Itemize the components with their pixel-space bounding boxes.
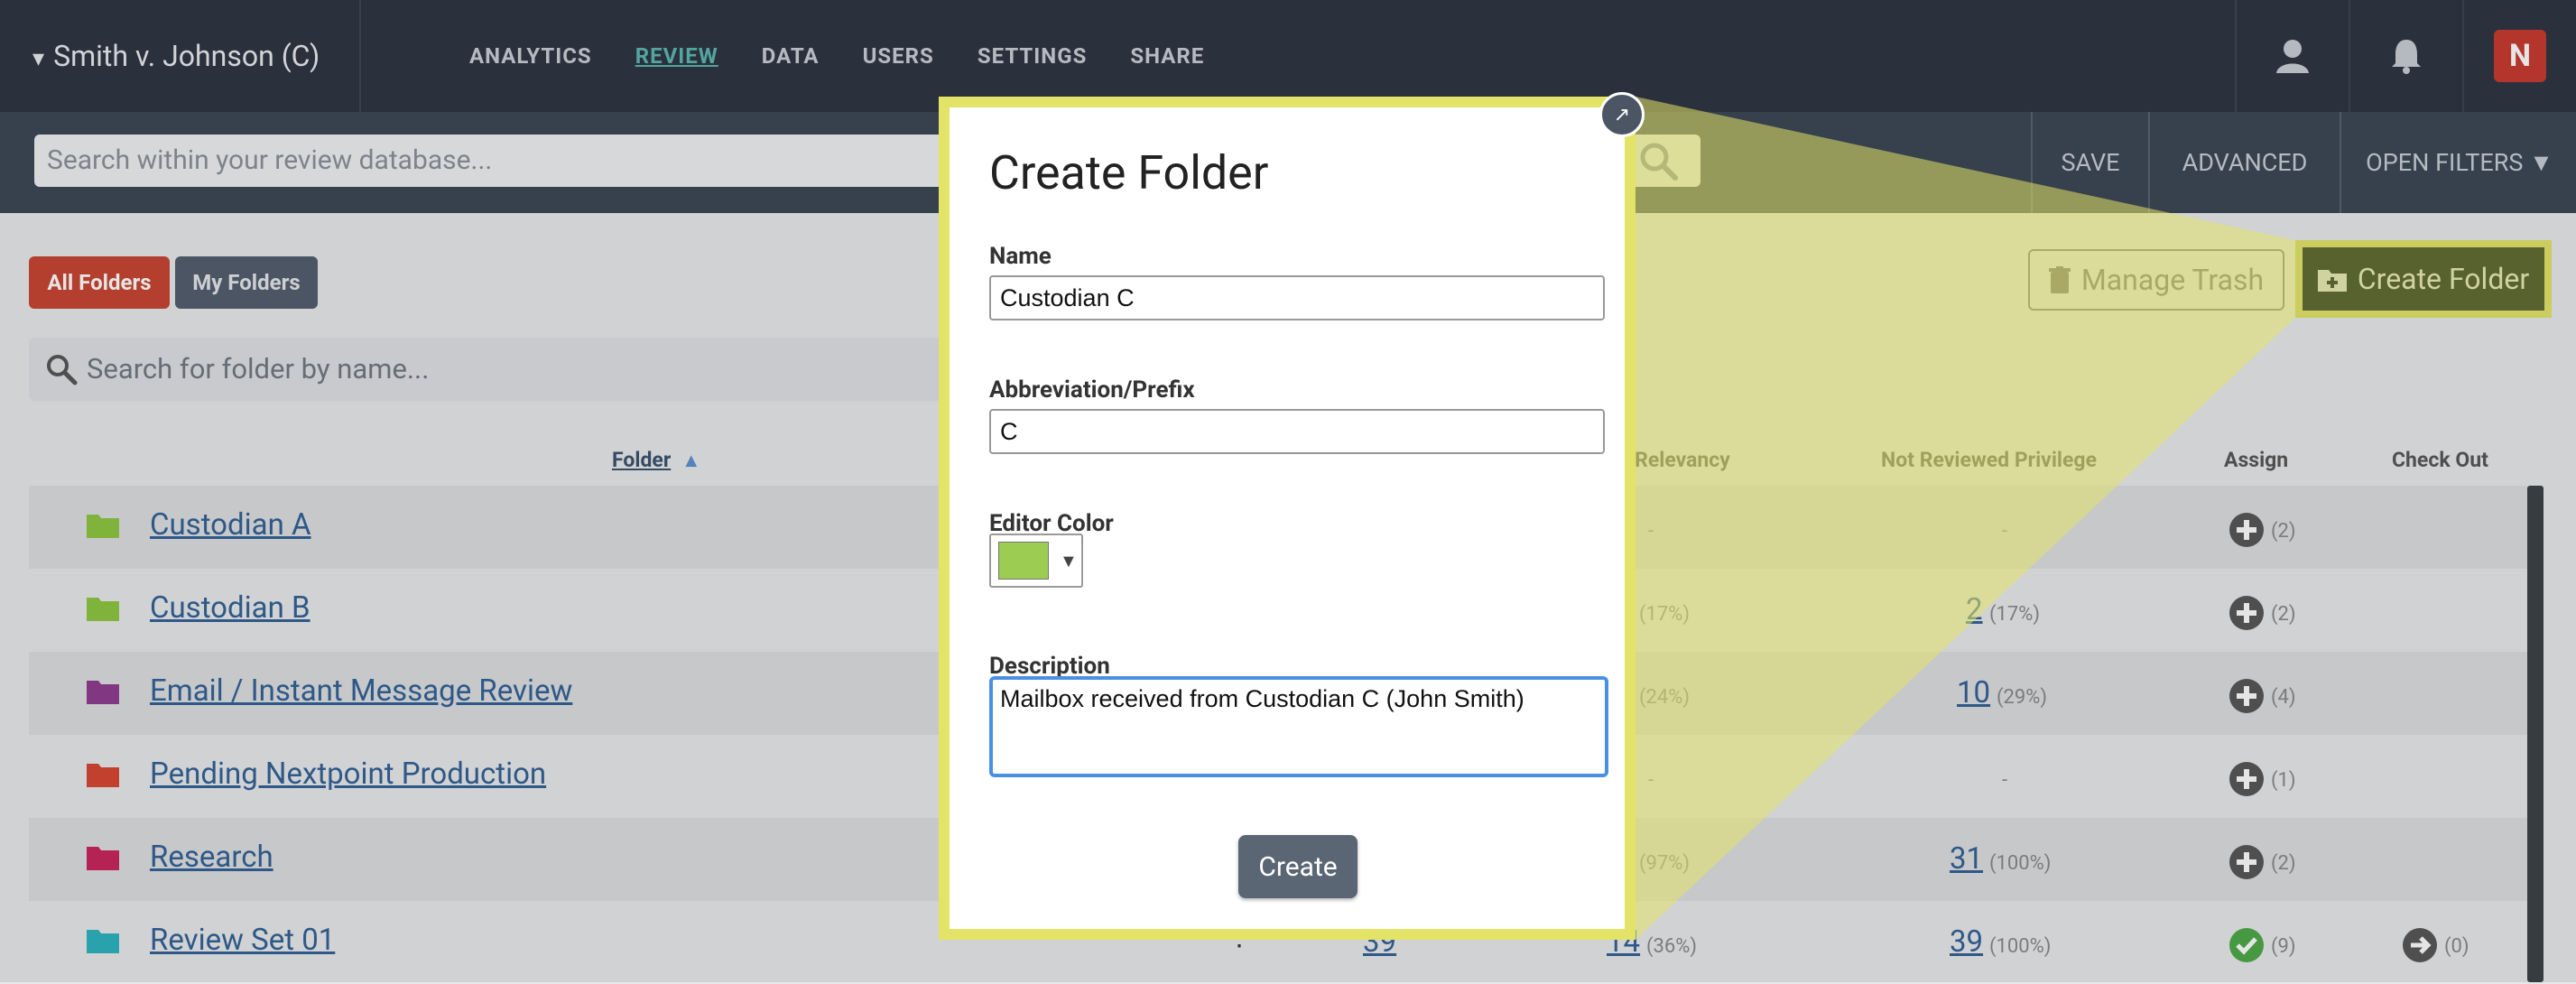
assign-done-button[interactable] xyxy=(2229,928,2264,966)
relevancy-pct: (24%) xyxy=(1639,686,1691,709)
top-nav-bar: ▾ Smith v. Johnson (C) ANALYTICS REVIEW D… xyxy=(0,0,2576,112)
table-scrollbar[interactable] xyxy=(2527,486,2544,982)
nav-data[interactable]: DATA xyxy=(762,43,820,69)
brand-logo-button[interactable]: N xyxy=(2462,0,2576,112)
privilege-pct: (100%) xyxy=(1989,935,2052,958)
relevancy-pct: (36%) xyxy=(1646,935,1698,958)
assign-count: (9) xyxy=(2271,935,2296,958)
create-folder-modal: Create Folder Name Custodian C Abbreviat… xyxy=(939,97,1635,940)
relevancy-value: - xyxy=(1648,769,1654,792)
folder-icon xyxy=(87,847,119,870)
user-icon xyxy=(2276,40,2309,73)
folder-name-link[interactable]: Review Set 01 xyxy=(150,923,335,958)
folder-icon xyxy=(87,930,119,953)
plus-circle-icon xyxy=(2229,513,2264,547)
privilege-pct: (29%) xyxy=(1997,686,2048,709)
folder-name-link[interactable]: Custodian A xyxy=(150,507,311,543)
folder-plus-icon xyxy=(2317,270,2347,292)
privilege-link[interactable]: 10 xyxy=(1957,675,1990,710)
relevancy-pct: (97%) xyxy=(1639,852,1691,875)
user-menu-button[interactable] xyxy=(2235,0,2349,112)
plus-circle-icon xyxy=(2229,762,2264,796)
privilege-pct: (100%) xyxy=(1989,852,2052,875)
folder-icon xyxy=(87,681,119,704)
advanced-search-button[interactable]: ADVANCED xyxy=(2148,112,2340,213)
nav-share[interactable]: SHARE xyxy=(1130,43,1204,69)
arrow-right-circle-icon xyxy=(2403,928,2437,962)
relevancy-value: - xyxy=(1648,520,1654,543)
main-nav: ANALYTICS REVIEW DATA USERS SETTINGS SHA… xyxy=(469,0,1204,112)
privilege-link[interactable]: 2 xyxy=(1966,592,1983,627)
description-field[interactable]: Mailbox received from Custodian C (John … xyxy=(989,676,1608,777)
privilege-value: - xyxy=(2002,520,2008,543)
checkout-count: (0) xyxy=(2444,935,2469,958)
column-header-checkout: Check Out xyxy=(2392,448,2488,472)
color-swatch xyxy=(998,542,1049,580)
all-folders-tab[interactable]: All Folders xyxy=(29,256,170,309)
notifications-button[interactable] xyxy=(2349,0,2462,112)
editor-color-select[interactable]: ▼ xyxy=(989,534,1083,588)
folder-name-link[interactable]: Pending Nextpoint Production xyxy=(150,757,546,792)
save-search-button[interactable]: SAVE xyxy=(2031,112,2148,213)
abbreviation-label: Abbreviation/Prefix xyxy=(989,376,1195,404)
column-header-privilege[interactable]: Not Reviewed Privilege xyxy=(1881,448,2097,472)
relevancy-pct: (17%) xyxy=(1639,603,1691,626)
manage-trash-button[interactable]: Manage Trash xyxy=(2028,249,2284,311)
create-button[interactable]: Create xyxy=(1238,835,1357,898)
nav-settings[interactable]: SETTINGS xyxy=(978,43,1088,69)
folder-name-link[interactable]: Custodian B xyxy=(150,590,310,626)
folder-search-placeholder: Search for folder by name... xyxy=(87,352,430,385)
search-icon xyxy=(47,355,78,385)
plus-circle-icon xyxy=(2229,596,2264,630)
assign-button[interactable] xyxy=(2229,596,2264,634)
open-filters-button[interactable]: OPEN FILTERS ▼ xyxy=(2340,112,2576,213)
folder-name-link[interactable]: Email / Instant Message Review xyxy=(150,673,572,709)
folder-icon xyxy=(87,764,119,787)
nextpoint-logo-icon: N xyxy=(2494,30,2546,82)
search-icon xyxy=(1640,143,1678,181)
nav-users[interactable]: USERS xyxy=(863,43,934,69)
plus-circle-icon xyxy=(2229,845,2264,879)
privilege-link[interactable]: 39 xyxy=(1950,924,1983,960)
assign-button[interactable] xyxy=(2229,679,2264,717)
checkout-button[interactable] xyxy=(2403,928,2437,966)
my-folders-tab[interactable]: My Folders xyxy=(175,256,318,309)
column-header-assign[interactable]: Assign xyxy=(2224,448,2288,472)
trash-icon xyxy=(2048,266,2071,293)
check-circle-icon xyxy=(2229,928,2264,962)
abbreviation-field[interactable]: C xyxy=(989,409,1605,454)
folder-icon xyxy=(87,515,119,538)
chevron-down-icon: ▼ xyxy=(1060,549,1078,571)
privilege-pct: (17%) xyxy=(1989,603,2041,626)
top-icons: N xyxy=(2235,0,2576,112)
column-header-folder[interactable]: Folder xyxy=(612,448,671,472)
assign-count: (4) xyxy=(2271,686,2296,709)
assign-count: (2) xyxy=(2271,603,2296,626)
privilege-link[interactable]: 31 xyxy=(1950,841,1983,877)
name-label: Name xyxy=(989,243,1052,270)
nav-review[interactable]: REVIEW xyxy=(635,43,718,69)
create-folder-button[interactable]: Create Folder xyxy=(2295,240,2552,318)
bell-icon xyxy=(2392,40,2421,74)
nav-analytics[interactable]: ANALYTICS xyxy=(469,43,592,69)
assign-count: (2) xyxy=(2271,852,2296,875)
manage-trash-label: Manage Trash xyxy=(2080,263,2265,297)
assign-button[interactable] xyxy=(2229,513,2264,551)
privilege-value: - xyxy=(2002,769,2008,792)
assign-count: (1) xyxy=(2271,769,2296,792)
close-icon[interactable]: ↗ xyxy=(1599,92,1645,137)
modal-title: Create Folder xyxy=(989,145,1269,200)
plus-circle-icon xyxy=(2229,679,2264,713)
matter-title: Smith v. Johnson (C) xyxy=(53,39,320,73)
folder-name-link[interactable]: Research xyxy=(150,840,273,875)
assign-count: (2) xyxy=(2271,520,2296,543)
assign-button[interactable] xyxy=(2229,762,2264,800)
matter-selector[interactable]: ▾ Smith v. Johnson (C) xyxy=(0,0,361,112)
name-field[interactable]: Custodian C xyxy=(989,275,1605,320)
dropdown-caret-icon: ▾ xyxy=(32,45,45,72)
sort-icon[interactable]: ▴ xyxy=(686,448,697,472)
create-folder-label: Create Folder xyxy=(2357,262,2530,296)
folder-icon xyxy=(87,598,119,621)
assign-button[interactable] xyxy=(2229,845,2264,883)
